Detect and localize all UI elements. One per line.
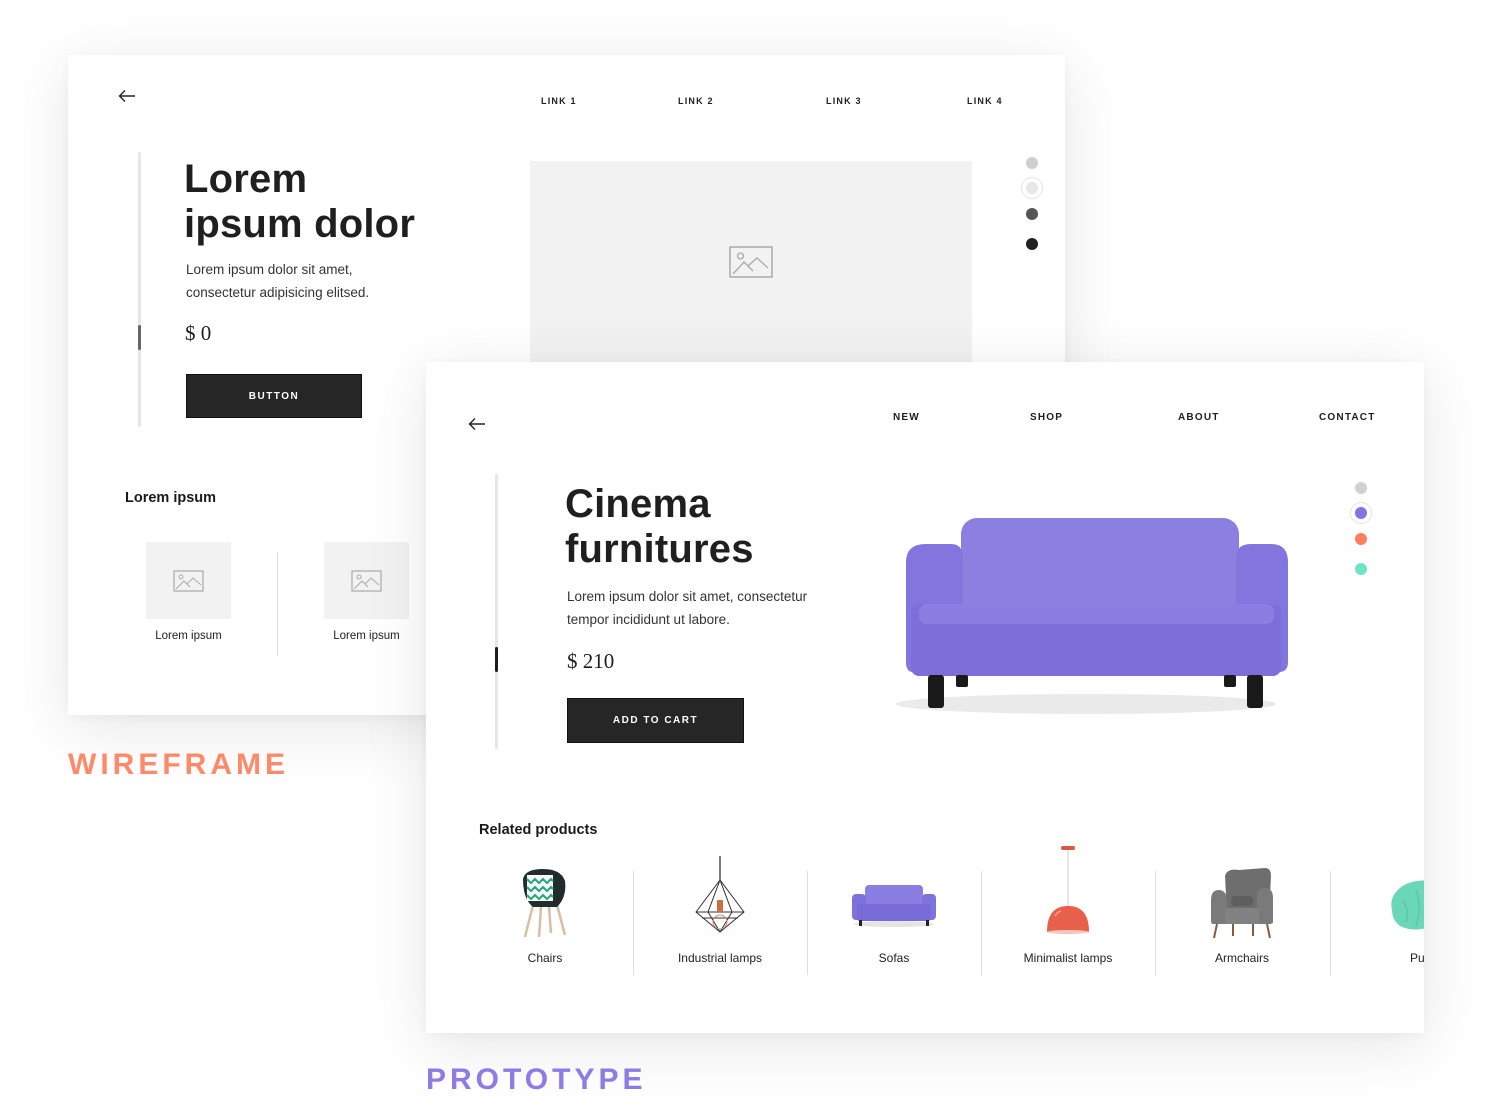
hero-description: Lorem ipsum dolor sit amet, consectetur … xyxy=(186,258,369,304)
pouf-icon xyxy=(1391,880,1424,930)
product-minimalist-lamps[interactable]: Minimalist lamps xyxy=(1009,842,1127,967)
description-line-1: Lorem ipsum dolor sit amet, consectetur xyxy=(567,589,808,604)
related-products-title: Related products xyxy=(479,822,598,838)
product-label: Sofas xyxy=(878,951,910,965)
nav-link-new[interactable]: NEW xyxy=(893,412,920,423)
hero-title-line-2: ipsum dolor xyxy=(184,202,416,246)
back-arrow-icon[interactable] xyxy=(118,89,138,103)
section-title: Lorem ipsum xyxy=(125,490,217,506)
vertical-scrollbar[interactable] xyxy=(495,474,498,749)
industrial-lamp-icon xyxy=(695,856,745,933)
divider xyxy=(981,871,982,975)
vertical-scrollbar[interactable] xyxy=(138,152,141,427)
hero-title: Lorem ipsum dolor xyxy=(184,157,415,247)
product-sofas[interactable]: Sofas xyxy=(835,842,953,967)
product-image-placeholder xyxy=(324,542,409,619)
product-item[interactable]: Lorem ipsum xyxy=(324,542,409,652)
sofa-icon xyxy=(852,885,936,927)
minimalist-lamp-icon xyxy=(1047,846,1089,934)
color-swatch-purple-selected[interactable] xyxy=(1355,507,1367,519)
price: $ 0 xyxy=(185,321,212,345)
divider xyxy=(277,552,278,656)
product-image-placeholder xyxy=(146,542,231,619)
hero-description: Lorem ipsum dolor sit amet, consectetur … xyxy=(567,585,807,631)
divider xyxy=(807,871,808,975)
divider xyxy=(633,871,634,975)
nav-link-shop[interactable]: SHOP xyxy=(1030,412,1063,423)
product-label: Pu xyxy=(1410,951,1424,965)
wireframe-caption: WIREFRAME xyxy=(68,748,289,781)
scrollbar-thumb[interactable] xyxy=(138,325,141,350)
scrollbar-thumb[interactable] xyxy=(495,647,498,672)
divider xyxy=(1330,871,1331,975)
product-label: Armchairs xyxy=(1214,951,1269,965)
hero-title: Cinema furnitures xyxy=(565,482,754,572)
price: $ 210 xyxy=(567,649,615,673)
hero-title-line-1: Cinema xyxy=(565,482,711,526)
image-placeholder-icon xyxy=(173,569,204,592)
hero-image-placeholder xyxy=(530,161,972,363)
nav-link-contact[interactable]: CONTACT xyxy=(1319,412,1376,423)
color-swatch-light-gray[interactable] xyxy=(1026,157,1038,169)
prototype-caption: PROTOTYPE xyxy=(426,1063,647,1096)
chair-icon xyxy=(523,869,567,938)
description-line-2: consectetur adipisicing elitsed. xyxy=(186,285,370,300)
nav-link-3[interactable]: LINK 3 xyxy=(826,96,862,106)
product-label: Lorem ipsum xyxy=(333,630,400,642)
color-swatch-mint[interactable] xyxy=(1355,563,1367,575)
hero-title-line-1: Lorem xyxy=(184,157,308,201)
description-line-2: tempor incididunt ut labore. xyxy=(567,612,730,627)
description-line-1: Lorem ipsum dolor sit amet, xyxy=(186,262,353,277)
nav-link-1[interactable]: LINK 1 xyxy=(541,96,577,106)
add-to-cart-button[interactable]: ADD TO CART xyxy=(567,698,744,743)
product-label: Industrial lamps xyxy=(677,951,763,965)
nav-link-about[interactable]: ABOUT xyxy=(1178,412,1220,423)
nav-link-4[interactable]: LINK 4 xyxy=(967,96,1003,106)
product-item[interactable]: Lorem ipsum xyxy=(146,542,231,652)
product-armchairs[interactable]: Armchairs xyxy=(1183,842,1301,967)
color-swatch-coral[interactable] xyxy=(1355,533,1367,545)
prototype-card: NEW SHOP ABOUT CONTACT Cinema furnitures… xyxy=(426,362,1424,1033)
product-industrial-lamps[interactable]: Industrial lamps xyxy=(661,842,779,967)
primary-button[interactable]: BUTTON xyxy=(186,374,362,418)
back-arrow-icon[interactable] xyxy=(468,417,488,431)
product-label: Chairs xyxy=(527,951,563,965)
color-swatch-dark-gray[interactable] xyxy=(1026,208,1038,220)
armchair-icon xyxy=(1211,868,1273,939)
divider xyxy=(1155,871,1156,975)
image-placeholder-icon xyxy=(729,246,773,278)
product-pouf[interactable]: Pu xyxy=(1356,842,1424,967)
hero-title-line-2: furnitures xyxy=(565,527,754,571)
color-swatch-selected[interactable] xyxy=(1026,182,1038,194)
product-label: Lorem ipsum xyxy=(155,630,222,642)
image-placeholder-icon xyxy=(351,569,382,592)
nav-link-2[interactable]: LINK 2 xyxy=(678,96,714,106)
color-swatch-black[interactable] xyxy=(1026,238,1038,250)
product-chairs[interactable]: Chairs xyxy=(486,842,604,967)
hero-sofa-image xyxy=(881,492,1291,722)
product-label: Minimalist lamps xyxy=(1023,951,1113,965)
color-swatch-gray[interactable] xyxy=(1355,482,1367,494)
